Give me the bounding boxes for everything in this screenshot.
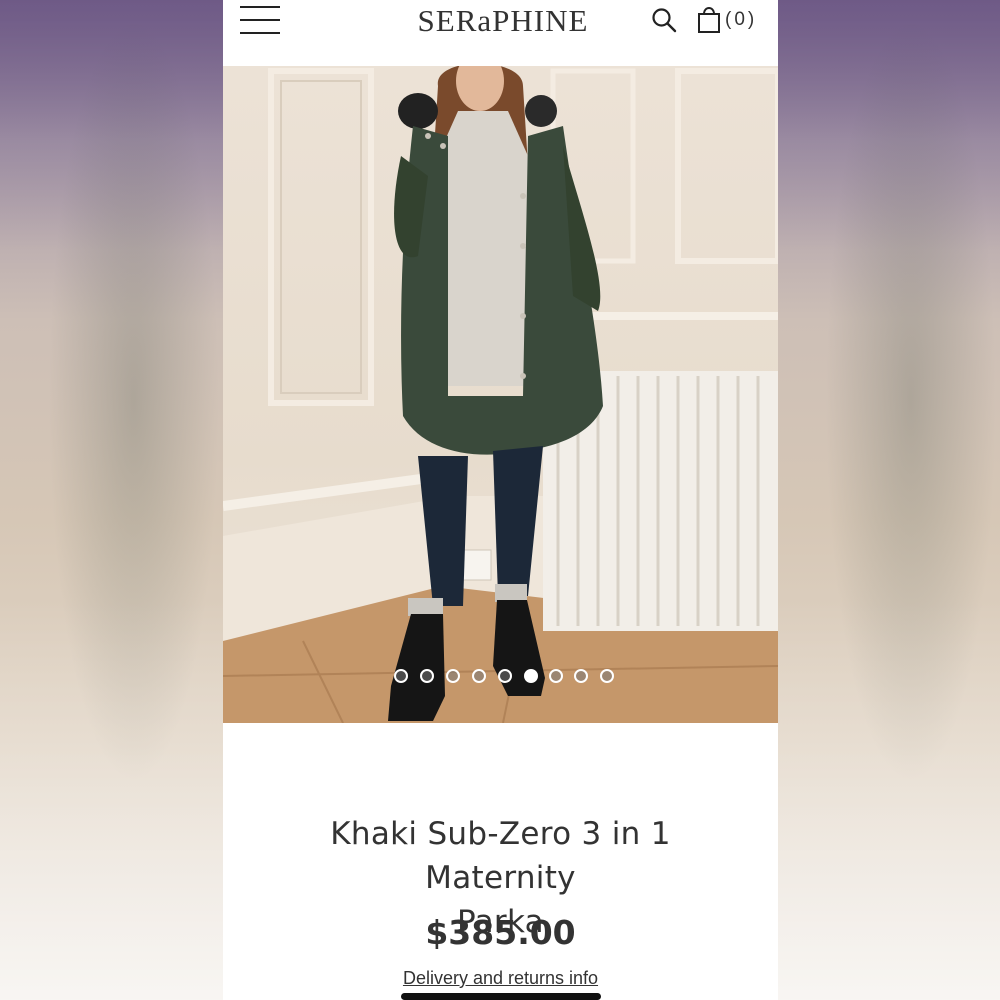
- parka-photo: [223, 66, 778, 723]
- product-price: $385.00: [425, 913, 576, 952]
- blurred-background-right: [777, 0, 1000, 1000]
- carousel-dot[interactable]: [549, 669, 563, 683]
- carousel-dot[interactable]: [446, 669, 460, 683]
- carousel-dot[interactable]: [600, 669, 614, 683]
- hamburger-menu-icon[interactable]: [240, 6, 280, 36]
- delivery-returns-link[interactable]: Delivery and returns info: [223, 968, 778, 989]
- blurred-background-left: [0, 0, 223, 1000]
- cart-count[interactable]: (0): [725, 9, 757, 31]
- product-title-line1: Khaki Sub-Zero 3 in 1 Maternity: [330, 816, 671, 896]
- carousel-dot[interactable]: [420, 669, 434, 683]
- carousel-dot[interactable]: [574, 669, 588, 683]
- carousel-dot[interactable]: [472, 669, 486, 683]
- site-header: SERaPHINE (0): [223, 0, 778, 66]
- brand-logo[interactable]: SERaPHINE: [373, 3, 633, 39]
- carousel-dot[interactable]: [498, 669, 512, 683]
- home-indicator: [401, 993, 601, 1000]
- search-icon[interactable]: [651, 7, 677, 33]
- shopping-bag-icon[interactable]: [697, 4, 721, 34]
- carousel-dot-active[interactable]: [524, 669, 538, 683]
- carousel-dots: [223, 669, 778, 689]
- product-image[interactable]: [223, 66, 778, 723]
- phone-screen: SERaPHINE (0) Khaki Sub-Zero 3 in 1 Mate…: [223, 0, 778, 1000]
- carousel-dot[interactable]: [394, 669, 408, 683]
